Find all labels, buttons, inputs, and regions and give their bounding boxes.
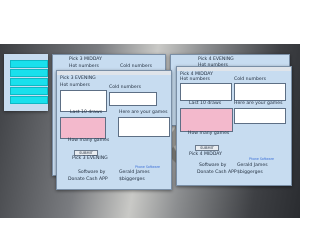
hot-numbers-label: Hot numbers bbox=[60, 83, 90, 88]
donate-label: Donate Cash APP bbox=[197, 170, 237, 175]
author-name: Gerald James bbox=[119, 170, 150, 175]
last-draws-label: Last 10 draws bbox=[70, 110, 103, 115]
hot-numbers-label: Hot numbers bbox=[69, 64, 99, 69]
cold-numbers-box[interactable] bbox=[109, 92, 157, 106]
hot-numbers-box[interactable] bbox=[180, 83, 232, 101]
phone-software-link[interactable]: Phone Software bbox=[249, 157, 274, 161]
last-draws-box[interactable] bbox=[180, 108, 233, 132]
launcher-button-1[interactable] bbox=[10, 60, 48, 68]
cold-numbers-label: Cold numbers bbox=[120, 64, 152, 69]
submit-button[interactable]: SUBMIT bbox=[195, 145, 219, 151]
games-label: Here are your games bbox=[119, 110, 168, 115]
last-draws-label: Last 10 draws bbox=[189, 101, 222, 106]
launcher-button-4[interactable] bbox=[10, 87, 48, 95]
games-box[interactable] bbox=[234, 108, 286, 124]
launcher-button-2[interactable] bbox=[10, 69, 48, 77]
launcher-button-3[interactable] bbox=[10, 78, 48, 86]
pick3-evening-window[interactable]: Pick 3 EVENING Hot numbers Cold numbers … bbox=[56, 70, 172, 190]
games-box[interactable] bbox=[118, 117, 170, 137]
window-title: Pick 4 EVENING bbox=[198, 57, 234, 62]
phone-software-link[interactable]: Phone Software bbox=[135, 165, 160, 169]
how-many-label: How many games bbox=[188, 131, 230, 136]
footer-title: Pick 4 MIDDAY bbox=[189, 152, 222, 157]
software-by-label: Software by bbox=[199, 163, 227, 168]
footer-title: Pick 3 EVENING bbox=[72, 156, 108, 161]
cold-numbers-label: Cold numbers bbox=[109, 85, 141, 90]
hot-numbers-box[interactable] bbox=[60, 90, 107, 112]
cashapp-handle: $biggerges bbox=[237, 170, 263, 175]
author-name: Gerald James bbox=[237, 163, 268, 168]
launcher-button-5[interactable] bbox=[10, 96, 48, 104]
cold-numbers-label: Cold numbers bbox=[234, 77, 266, 82]
games-label: Here are your games bbox=[234, 101, 283, 106]
window-title: Pick 3 MIDDAY bbox=[69, 57, 102, 62]
pick4-midday-window[interactable]: Pick 4 MIDDAY Hot numbers Cold numbers L… bbox=[176, 66, 292, 186]
software-by-label: Software by bbox=[78, 170, 106, 175]
how-many-label: How many games bbox=[68, 138, 110, 143]
cold-numbers-box[interactable] bbox=[234, 83, 286, 101]
last-draws-box[interactable] bbox=[60, 117, 106, 139]
donate-label: Donate Cash APP bbox=[68, 177, 108, 182]
hot-numbers-label: Hot numbers bbox=[180, 77, 210, 82]
cashapp-handle: $biggerges bbox=[119, 177, 145, 182]
window-title: Pick 3 EVENING bbox=[60, 76, 96, 81]
left-launcher-window bbox=[4, 54, 48, 111]
